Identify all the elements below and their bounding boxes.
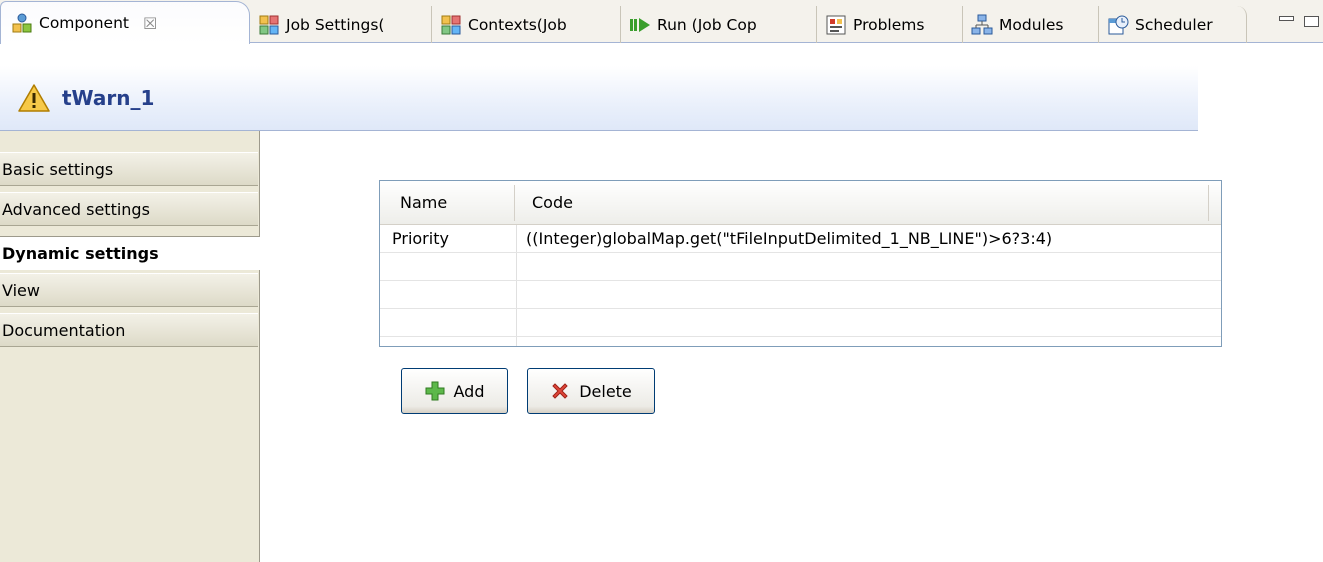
- contexts-icon: [441, 15, 461, 34]
- nav-item-label: Dynamic settings: [2, 243, 159, 263]
- nav-item-label: View: [2, 280, 40, 300]
- column-divider: [514, 185, 515, 221]
- tab-label: Contexts(Job: [468, 15, 567, 34]
- tab-problems[interactable]: Problems: [817, 6, 963, 43]
- nav-item-label: Basic settings: [2, 159, 114, 179]
- delete-button-label: Delete: [579, 381, 632, 401]
- table-row[interactable]: [380, 309, 1221, 337]
- nav-item-documentation[interactable]: Documentation: [0, 313, 258, 347]
- cell-name[interactable]: Priority: [392, 229, 449, 248]
- column-header-name[interactable]: Name: [400, 193, 447, 212]
- tab-label: Problems: [853, 15, 925, 34]
- run-icon: [630, 17, 650, 32]
- column-header-code[interactable]: Code: [532, 193, 573, 212]
- tab-label: Job Settings(: [286, 15, 385, 34]
- window-controls: [1279, 16, 1319, 27]
- table-row[interactable]: [380, 281, 1221, 309]
- plus-icon: [425, 381, 444, 401]
- tab-label: Modules: [999, 15, 1064, 34]
- tab-scheduler[interactable]: Scheduler: [1099, 6, 1247, 43]
- component-header: tWarn_1: [0, 66, 1198, 131]
- table-row[interactable]: [380, 253, 1221, 281]
- maximize-icon[interactable]: [1304, 16, 1319, 27]
- nav-item-label: Advanced settings: [2, 199, 150, 219]
- tab-contexts[interactable]: Contexts(Job: [432, 6, 621, 43]
- problems-icon: [826, 15, 846, 34]
- tab-label: Component: [39, 14, 129, 32]
- nav-item-basic-settings[interactable]: Basic settings: [0, 152, 258, 186]
- tab-label: Run (Job Cop: [657, 15, 757, 34]
- table-header: Name Code: [380, 181, 1221, 225]
- column-divider: [1208, 185, 1209, 221]
- add-button[interactable]: Add: [401, 368, 508, 414]
- view-tab-bar: Component ☒ Job Settings( Contexts(Job R…: [0, 0, 1323, 44]
- add-button-label: Add: [453, 381, 485, 401]
- tab-job-settings[interactable]: Job Settings(: [250, 6, 432, 43]
- table-row[interactable]: Priority ((Integer)globalMap.get("tFileI…: [380, 225, 1221, 253]
- settings-nav: Basic settings Advanced settings Dynamic…: [0, 131, 260, 562]
- dynamic-settings-table[interactable]: Name Code Priority ((Integer)globalMap.g…: [379, 180, 1222, 347]
- job-settings-icon: [259, 15, 279, 34]
- component-title: tWarn_1: [62, 86, 155, 110]
- component-icon: [12, 13, 32, 33]
- modules-icon: [971, 14, 993, 34]
- nav-item-dynamic-settings[interactable]: Dynamic settings: [0, 236, 260, 270]
- nav-item-advanced-settings[interactable]: Advanced settings: [0, 192, 258, 226]
- minimize-icon[interactable]: [1279, 16, 1294, 21]
- close-icon[interactable]: ☒: [143, 14, 157, 33]
- tab-modules[interactable]: Modules: [963, 6, 1099, 43]
- warning-icon: [18, 84, 50, 112]
- nav-item-label: Documentation: [2, 320, 126, 340]
- tab-component[interactable]: Component ☒: [0, 1, 250, 44]
- delete-x-icon: [552, 383, 568, 399]
- tab-run[interactable]: Run (Job Cop: [621, 6, 817, 43]
- tab-label: Scheduler: [1135, 15, 1213, 34]
- nav-item-view[interactable]: View: [0, 273, 258, 307]
- delete-button[interactable]: Delete: [527, 368, 655, 414]
- scheduler-icon: [1108, 15, 1129, 34]
- cell-code[interactable]: ((Integer)globalMap.get("tFileInputDelim…: [526, 229, 1052, 248]
